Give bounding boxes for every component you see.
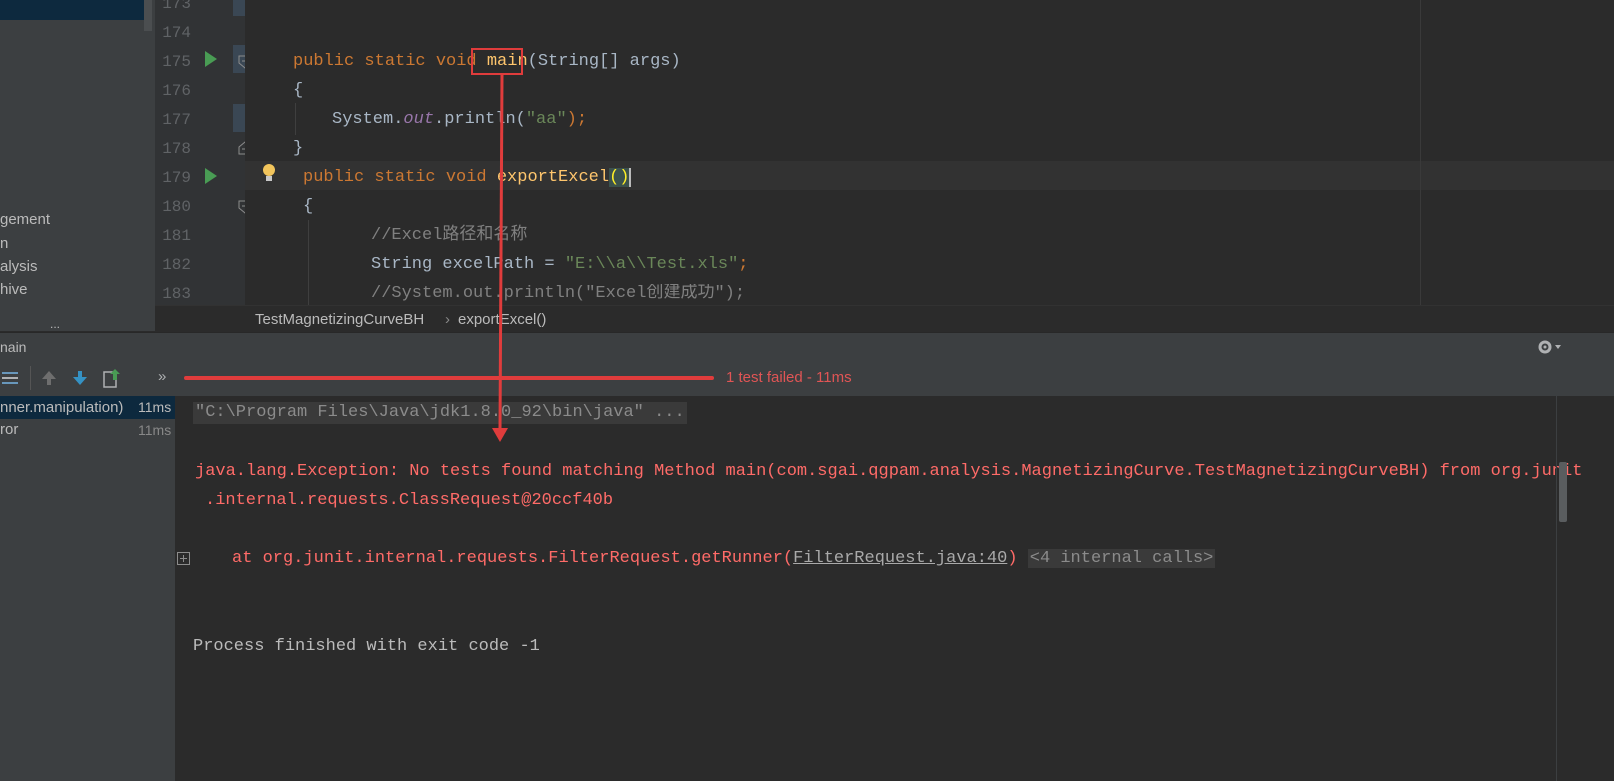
line-number: 175 bbox=[162, 53, 191, 71]
sidebar-item[interactable]: hive bbox=[0, 281, 28, 299]
gear-icon[interactable] bbox=[1536, 338, 1562, 356]
sidebar-item[interactable]: n bbox=[0, 235, 8, 253]
right-margin-guide bbox=[1420, 0, 1421, 305]
selected-tree-row[interactable] bbox=[0, 0, 144, 20]
sidebar-item[interactable]: gement bbox=[0, 211, 50, 229]
line-number: 182 bbox=[162, 256, 191, 274]
lightbulb-icon[interactable] bbox=[261, 163, 277, 183]
console-exit-message: Process finished with exit code -1 bbox=[193, 637, 540, 656]
expand-plus-icon[interactable] bbox=[177, 552, 191, 566]
code-line-178: } bbox=[293, 139, 304, 158]
run-config-title[interactable]: nain bbox=[0, 339, 26, 355]
line-number: 177 bbox=[162, 111, 191, 129]
line-number: 179 bbox=[162, 169, 191, 187]
indent-guide bbox=[295, 103, 296, 135]
code-line-177: System.out.println("aa"); bbox=[332, 110, 588, 129]
run-panel-header: nain bbox=[0, 332, 1614, 361]
line-number: 183 bbox=[162, 285, 191, 303]
more-icon[interactable]: » bbox=[158, 368, 166, 385]
sidebar-scrollbar[interactable] bbox=[144, 0, 152, 31]
toolbar-separator bbox=[30, 366, 31, 390]
console-scrollbar-thumb[interactable] bbox=[1559, 462, 1567, 522]
test-runner-toolbar: » 1 test failed - 11ms bbox=[0, 360, 1614, 397]
tree-row-label: ror bbox=[0, 421, 19, 438]
test-status-text: 1 test failed - 11ms bbox=[726, 369, 852, 386]
collapse-all-icon[interactable] bbox=[2, 369, 18, 387]
line-number: 181 bbox=[162, 227, 191, 245]
console-command: "C:\Program Files\Java\jdk1.8.0_92\bin\j… bbox=[193, 402, 687, 424]
indent-guide bbox=[308, 220, 309, 305]
code-line-180: { bbox=[303, 197, 314, 216]
breadcrumb-separator-icon: › bbox=[445, 311, 450, 328]
console-output[interactable] bbox=[176, 396, 1614, 781]
code-line-179: public static void exportExcel() bbox=[303, 168, 632, 187]
breadcrumb: TestMagnetizingCurveBH › exportExcel() bbox=[155, 305, 1614, 333]
console-exception-line: java.lang.Exception: No tests found matc… bbox=[195, 462, 1583, 481]
run-gutter-icon[interactable] bbox=[204, 50, 218, 68]
sidebar-item[interactable]: ... bbox=[50, 318, 60, 330]
tree-row-time: 11ms bbox=[138, 399, 172, 415]
breadcrumb-class[interactable]: TestMagnetizingCurveBH bbox=[255, 311, 424, 328]
stack-source-link[interactable]: FilterRequest.java:40 bbox=[793, 549, 1007, 568]
project-sidebar: gement n alysis hive ... bbox=[0, 0, 155, 331]
code-line-182: String excelPath = "E:\\a\\Test.xls"; bbox=[371, 255, 749, 274]
tree-row-label: nner.manipulation) bbox=[0, 399, 124, 416]
code-line-183: //System.out.println("Excel创建成功"); bbox=[371, 284, 746, 303]
arrow-up-icon[interactable] bbox=[41, 369, 57, 387]
tree-row[interactable]: ror 11ms bbox=[0, 419, 175, 441]
code-line-176: { bbox=[293, 81, 304, 100]
console-exception-line: .internal.requests.ClassRequest@20ccf40b bbox=[205, 491, 614, 510]
console-stack-line: at org.junit.internal.requests.FilterReq… bbox=[232, 549, 1216, 568]
line-number: 173 bbox=[162, 0, 191, 13]
arrow-down-icon[interactable] bbox=[72, 369, 88, 387]
line-number: 180 bbox=[162, 198, 191, 216]
code-line-181: //Excel路径和名称 bbox=[371, 226, 528, 245]
text-cursor bbox=[629, 168, 632, 187]
internal-calls-fold[interactable]: <4 internal calls> bbox=[1027, 549, 1216, 568]
breakpoint-area bbox=[233, 104, 245, 132]
line-number: 178 bbox=[162, 140, 191, 158]
breadcrumb-method[interactable]: exportExcel() bbox=[458, 311, 546, 328]
line-number: 176 bbox=[162, 82, 191, 100]
tree-row-time: 11ms bbox=[138, 422, 172, 438]
annotation-box bbox=[471, 48, 523, 75]
export-icon[interactable] bbox=[103, 368, 121, 388]
line-number: 174 bbox=[162, 24, 191, 42]
console-scrollbar-track[interactable] bbox=[1556, 396, 1557, 781]
sidebar-item[interactable]: alysis bbox=[0, 258, 38, 276]
breakpoint-area bbox=[233, 0, 245, 16]
line-numbers: 173 174 175 176 177 178 179 180 181 182 … bbox=[155, 0, 191, 305]
run-gutter-icon[interactable] bbox=[204, 167, 218, 185]
test-results-tree: nner.manipulation) 11ms ror 11ms bbox=[0, 396, 176, 781]
tree-row[interactable]: nner.manipulation) 11ms bbox=[0, 396, 175, 419]
